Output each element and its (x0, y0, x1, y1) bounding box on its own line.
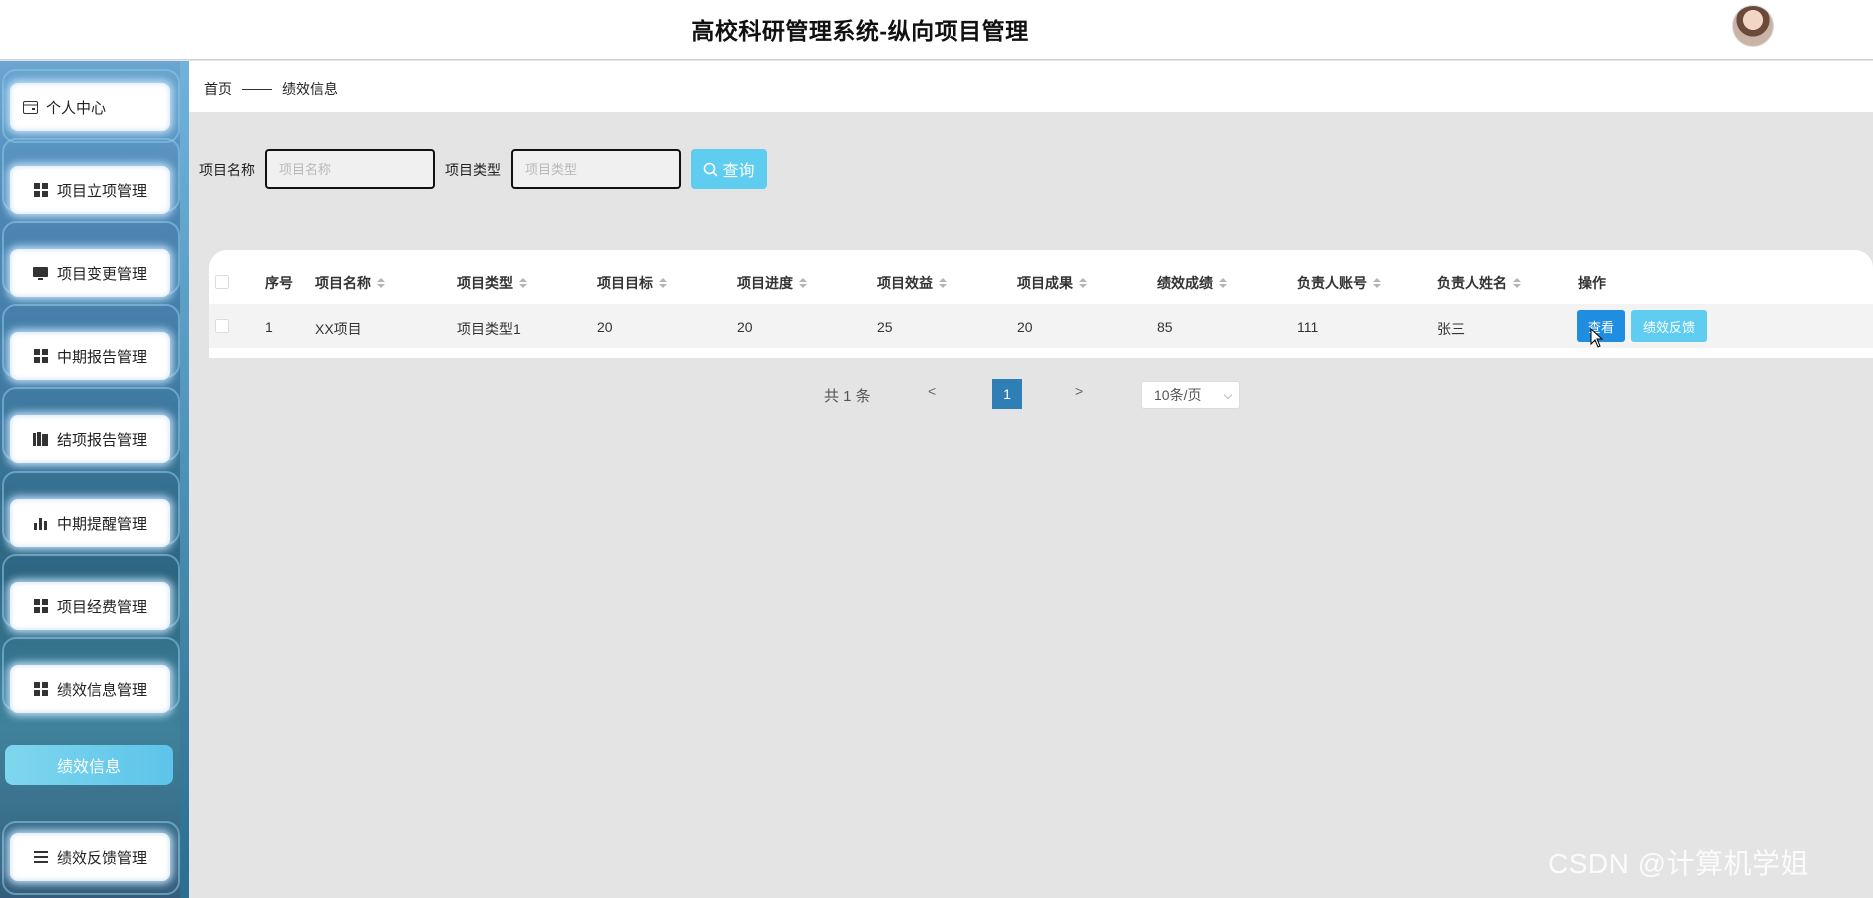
sort-icon[interactable] (519, 278, 527, 288)
project-name-label: 项目名称 (199, 162, 255, 178)
sidebar-item-label: 中期报告管理 (56, 348, 147, 366)
sidebar-item-performance-info[interactable]: 绩效信息管理 (10, 665, 170, 713)
column-header-account[interactable]: 负责人账号 (1297, 273, 1381, 293)
sidebar-item-label: 绩效反馈管理 (56, 849, 147, 867)
sidebar-item-label: 结项报告管理 (56, 431, 147, 449)
cell-person: 张三 (1437, 321, 1465, 337)
select-all-checkbox[interactable] (215, 275, 229, 289)
column-header-person[interactable]: 负责人姓名 (1437, 273, 1521, 293)
chevron-down-icon (1223, 390, 1233, 400)
sidebar-item-project-change[interactable]: 项目变更管理 (10, 249, 170, 297)
column-header-progress[interactable]: 项目进度 (737, 273, 807, 293)
breadcrumb-bar: 首页 绩效信息 (189, 61, 1873, 112)
sidebar-item-personal-center[interactable]: 个人中心 (10, 83, 170, 131)
search-button-label: 查询 (722, 163, 755, 180)
column-header-result[interactable]: 项目成果 (1017, 273, 1087, 293)
book-icon (33, 431, 49, 447)
pagination-total: 共 1 条 (824, 388, 871, 405)
sidebar: 个人中心 项目立项管理 项目变更管理 中期报告管理 结项报告管理 中期提醒管理 (0, 61, 189, 898)
breadcrumb-current: 绩效信息 (282, 81, 338, 97)
top-header: 高校科研管理系统-纵向项目管理 (0, 0, 1873, 60)
search-button[interactable]: 查询 (691, 149, 767, 189)
table-row: 1 XX项目 项目类型1 20 20 25 20 85 111 张三 查看 绩效… (209, 304, 1873, 348)
sidebar-item-label: 项目经费管理 (56, 598, 147, 616)
feedback-button[interactable]: 绩效反馈 (1631, 310, 1707, 342)
breadcrumb-separator (242, 88, 272, 90)
sidebar-item-performance-feedback[interactable]: 绩效反馈管理 (10, 833, 170, 881)
page-size-select[interactable]: 10条/页 (1141, 381, 1240, 409)
search-icon (704, 162, 719, 177)
grid-icon (33, 598, 49, 614)
cell-benefit: 25 (877, 319, 893, 335)
column-header-goal[interactable]: 项目目标 (597, 273, 667, 293)
cell-score: 85 (1157, 319, 1173, 335)
column-header-benefit[interactable]: 项目效益 (877, 273, 947, 293)
grid-icon (33, 681, 49, 697)
project-name-input[interactable] (265, 149, 435, 189)
cell-account: 111 (1297, 319, 1319, 335)
sidebar-item-label: 中期提醒管理 (56, 515, 147, 533)
sort-icon[interactable] (377, 278, 385, 288)
column-header-score[interactable]: 绩效成绩 (1157, 273, 1227, 293)
avatar[interactable] (1732, 5, 1774, 47)
sidebar-item-label: 个人中心 (46, 99, 107, 117)
column-header-name[interactable]: 项目名称 (315, 273, 385, 293)
sidebar-item-label: 绩效信息管理 (56, 681, 147, 699)
project-type-label: 项目类型 (445, 162, 501, 178)
monitor-icon (33, 265, 49, 281)
breadcrumb: 首页 绩效信息 (204, 79, 338, 99)
pagination-prev-button[interactable]: < (928, 383, 936, 399)
sidebar-item-project-approval[interactable]: 项目立项管理 (10, 166, 170, 214)
cell-goal: 20 (597, 319, 613, 335)
sort-icon[interactable] (1079, 278, 1087, 288)
sort-icon[interactable] (659, 278, 667, 288)
cell-type: 项目类型1 (457, 321, 521, 337)
cell-name: XX项目 (315, 321, 362, 337)
project-type-input[interactable] (511, 149, 681, 189)
sort-icon[interactable] (1219, 278, 1227, 288)
id-card-icon (22, 99, 38, 115)
cell-index: 1 (265, 319, 273, 335)
sidebar-item-midterm-report[interactable]: 中期报告管理 (10, 332, 170, 380)
column-header-type[interactable]: 项目类型 (457, 273, 527, 293)
sidebar-subitem-performance-info[interactable]: 绩效信息 (5, 745, 173, 785)
sidebar-item-midterm-reminder[interactable]: 中期提醒管理 (10, 499, 170, 547)
breadcrumb-home[interactable]: 首页 (204, 79, 232, 99)
column-header-actions: 操作 (1578, 275, 1606, 291)
grid-icon (33, 182, 49, 198)
grid-icon (33, 348, 49, 364)
sort-icon[interactable] (1373, 278, 1381, 288)
table-header: 序号 项目名称 项目类型 项目目标 项目进度 项目效益 项目成果 绩效成绩 负责… (209, 250, 1873, 304)
sort-icon[interactable] (939, 278, 947, 288)
data-table: 序号 项目名称 项目类型 项目目标 项目进度 项目效益 项目成果 绩效成绩 负责… (209, 250, 1873, 358)
page-size-value: 10条/页 (1154, 387, 1202, 403)
list-icon (33, 849, 49, 865)
watermark: CSDN @计算机学姐 (1548, 848, 1810, 879)
sort-icon[interactable] (799, 278, 807, 288)
app-title: 高校科研管理系统-纵向项目管理 (691, 18, 1029, 44)
cell-progress: 20 (737, 319, 753, 335)
sidebar-item-label: 项目变更管理 (56, 265, 147, 283)
sidebar-item-project-funding[interactable]: 项目经费管理 (10, 582, 170, 630)
pagination-page-1[interactable]: 1 (992, 379, 1022, 409)
mouse-cursor-icon (1590, 328, 1604, 348)
row-checkbox[interactable] (215, 319, 229, 333)
sidebar-item-label: 项目立项管理 (56, 182, 147, 200)
cell-result: 20 (1017, 319, 1033, 335)
sidebar-item-final-report[interactable]: 结项报告管理 (10, 415, 170, 463)
column-header-index: 序号 (265, 275, 293, 291)
bar-chart-icon (33, 515, 49, 531)
pagination-next-button[interactable]: > (1075, 383, 1083, 399)
sort-icon[interactable] (1513, 278, 1521, 288)
